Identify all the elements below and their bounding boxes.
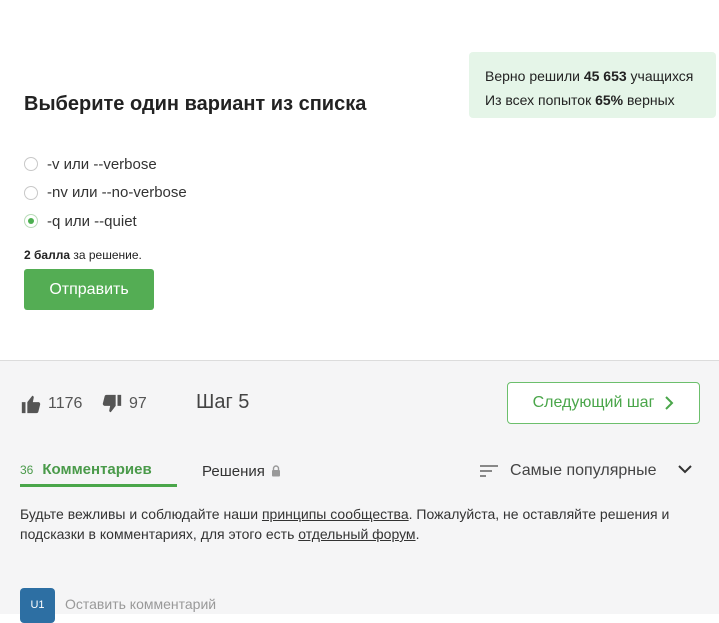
option-label: -v или --verbose: [47, 155, 157, 173]
tab-comments-label: Комментариев: [42, 461, 152, 478]
tab-comments[interactable]: 36 Комментариев: [20, 455, 177, 487]
thumbs-up-icon: [21, 395, 41, 414]
dislike-button[interactable]: 97: [101, 393, 147, 415]
step-content: Верно решили 45 653 учащихся Из всех поп…: [0, 0, 719, 360]
dislikes-count: 97: [129, 395, 147, 412]
attempts-prefix: Из всех попыток: [485, 92, 592, 108]
radio-button[interactable]: [24, 185, 38, 200]
community-notice: Будьте вежливы и соблюдайте наши принцип…: [20, 504, 705, 544]
avatar: U1: [20, 588, 55, 623]
radio-button-selected[interactable]: [24, 214, 38, 229]
solved-prefix: Верно решили: [485, 68, 580, 84]
options-list: -v или --verbose -nv или --no-verbose -q…: [24, 150, 187, 236]
likes-count: 1176: [48, 395, 83, 412]
like-button[interactable]: 1176: [20, 393, 82, 415]
sort-label: Самые популярные: [510, 462, 657, 479]
points-text: за решение.: [73, 248, 142, 262]
points-value: 2 балла: [24, 248, 71, 262]
chevron-down-icon[interactable]: [677, 463, 693, 475]
discussion-tabs: 36 Комментариев Решения Самые популярные: [20, 455, 699, 487]
attempts-percent: 65%: [595, 92, 624, 108]
discussion-area: 1176 97 Шаг 5 Следующий шаг 36 Комментар…: [0, 360, 719, 623]
next-step-button[interactable]: Следующий шаг: [507, 382, 700, 424]
points-info: 2 балла за решение.: [24, 248, 142, 262]
sort-selector[interactable]: Самые популярные: [480, 455, 656, 487]
radio-button[interactable]: [24, 157, 38, 172]
notice-text: Будьте вежливы и соблюдайте наши: [20, 506, 259, 522]
comments-count: 36: [20, 462, 34, 477]
next-step-label: Следующий шаг: [532, 394, 655, 411]
tab-solutions-label: Решения: [202, 462, 265, 480]
solved-line: Верно решили 45 653 учащихся: [485, 64, 716, 88]
attempts-suffix: верных: [627, 92, 675, 108]
submit-button[interactable]: Отправить: [24, 269, 154, 310]
community-guidelines-link[interactable]: принципы сообщества: [262, 506, 409, 522]
stats-panel: Верно решили 45 653 учащихся Из всех поп…: [469, 52, 716, 118]
option-no-verbose[interactable]: -nv или --no-verbose: [24, 179, 187, 208]
step-title: Шаг 5: [196, 391, 250, 413]
option-quiet[interactable]: -q или --quiet: [24, 207, 187, 236]
comment-input[interactable]: Оставить комментарий: [65, 596, 216, 612]
question-title: Выберите один вариант из списка: [24, 93, 367, 115]
sort-icon: [480, 465, 498, 477]
option-verbose[interactable]: -v или --verbose: [24, 150, 187, 179]
option-label: -nv или --no-verbose: [47, 184, 187, 202]
chevron-right-icon: [665, 396, 674, 410]
notice-text: .: [415, 526, 420, 542]
lock-icon: [271, 465, 280, 477]
attempts-line: Из всех попыток 65% верных: [485, 88, 716, 112]
tab-solutions[interactable]: Решения: [202, 455, 281, 487]
option-label: -q или --quiet: [47, 212, 137, 230]
thumbs-down-icon: [102, 394, 122, 413]
forum-link[interactable]: отдельный форум: [298, 526, 415, 542]
solved-count: 45 653: [583, 68, 627, 84]
solved-suffix: учащихся: [630, 68, 694, 84]
